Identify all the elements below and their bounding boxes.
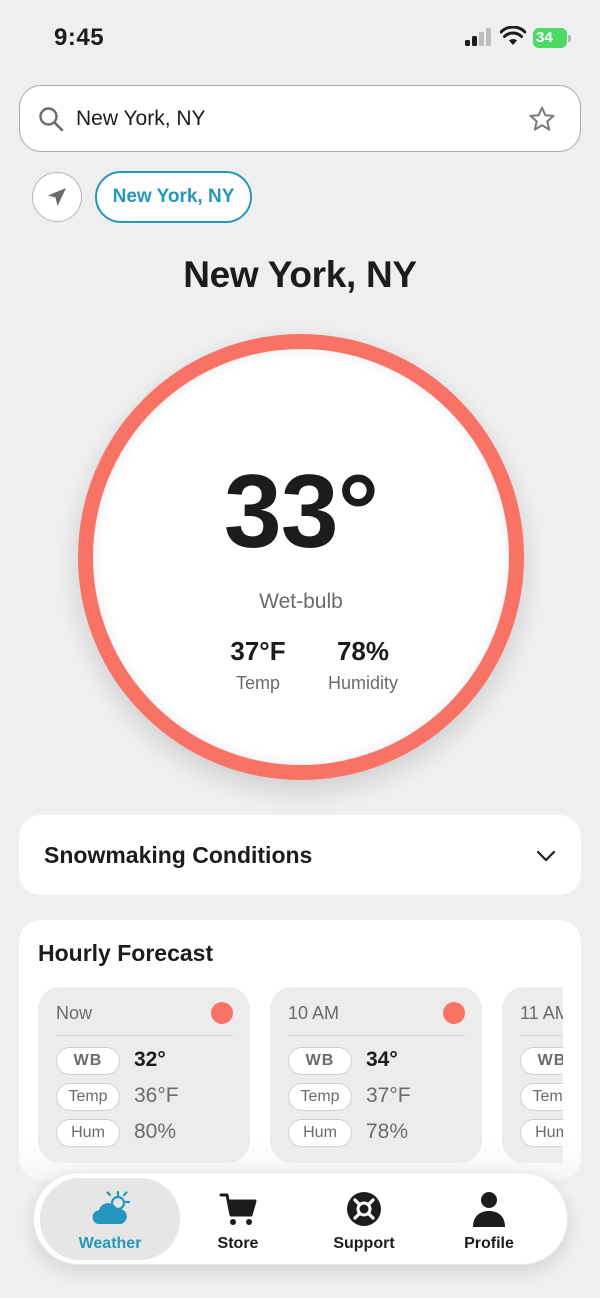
- tab-support[interactable]: Support: [294, 1178, 434, 1260]
- search-input[interactable]: [76, 100, 516, 138]
- wet-bulb-value: 33°: [223, 454, 379, 570]
- chevron-down-icon[interactable]: [535, 845, 557, 867]
- wet-bulb-gauge: 33° Wet-bulb 37°F Temp 78% Humidity: [78, 334, 524, 780]
- hour-time: 10 AM: [288, 1003, 340, 1023]
- battery-icon: 34: [533, 28, 571, 48]
- humidity-stat: 78% Humidity: [313, 636, 413, 694]
- search-bar[interactable]: [19, 85, 581, 152]
- temp-pill: Temp: [288, 1083, 352, 1111]
- hour-time: 11 AM: [520, 1003, 563, 1023]
- temp-pill: Temp: [56, 1083, 120, 1111]
- tab-profile[interactable]: Profile: [419, 1178, 559, 1260]
- tab-label: Store: [217, 1235, 259, 1252]
- tab-store[interactable]: Store: [168, 1178, 308, 1260]
- search-icon: [39, 107, 64, 132]
- battery-level: 34: [533, 28, 567, 48]
- status-bar: 9:45 34: [0, 0, 600, 72]
- tab-weather[interactable]: Weather: [40, 1178, 180, 1260]
- humidity-value: 78%: [336, 636, 390, 666]
- temperature-value: 37°F: [230, 636, 286, 666]
- cellular-signal-icon: [465, 28, 493, 46]
- lifebuoy-icon: [347, 1192, 381, 1226]
- wb-pill: WB: [288, 1047, 352, 1075]
- status-dot: [211, 1002, 233, 1024]
- humidity-label: Humidity: [327, 673, 398, 693]
- wet-bulb-label: Wet-bulb: [259, 590, 343, 613]
- temp-pill: Temp: [520, 1083, 563, 1111]
- temp-value: 36°F: [134, 1084, 179, 1107]
- wb-pill: WB: [520, 1047, 563, 1075]
- wb-value: 34°: [366, 1048, 398, 1071]
- weather-icon: [92, 1190, 130, 1224]
- location-arrow-icon: [48, 188, 66, 206]
- favorite-star-icon[interactable]: [528, 105, 556, 133]
- hour-card[interactable]: 10 AM WB 34° Temp 37°F Hum 78%: [270, 987, 482, 1163]
- temperature-stat: 37°F Temp: [213, 636, 303, 694]
- hour-time: Now: [56, 1003, 93, 1023]
- status-time: 9:45: [54, 24, 105, 51]
- cart-icon: [219, 1193, 257, 1225]
- hourly-forecast-title: Hourly Forecast: [38, 940, 214, 966]
- snowmaking-title: Snowmaking Conditions: [44, 842, 313, 868]
- wb-value: 32°: [134, 1048, 166, 1071]
- tab-bar: Weather Store Support Profile: [33, 1172, 568, 1265]
- current-location-button[interactable]: [32, 172, 82, 222]
- hour-card[interactable]: 11 AM WB Temp Hum: [502, 987, 563, 1163]
- hour-card[interactable]: Now WB 32° Temp 36°F Hum 80%: [38, 987, 250, 1163]
- location-chip[interactable]: New York, NY: [95, 171, 252, 223]
- status-dot: [443, 1002, 465, 1024]
- city-title: New York, NY: [183, 254, 417, 295]
- tab-label: Support: [333, 1235, 395, 1252]
- tab-label: Weather: [78, 1235, 142, 1252]
- person-icon: [473, 1192, 505, 1227]
- snowmaking-conditions-card[interactable]: Snowmaking Conditions: [19, 815, 581, 895]
- wb-pill: WB: [56, 1047, 120, 1075]
- temp-value: 37°F: [366, 1084, 411, 1107]
- temperature-label: Temp: [235, 673, 280, 693]
- wifi-icon: [500, 26, 526, 45]
- tab-label: Profile: [464, 1235, 514, 1252]
